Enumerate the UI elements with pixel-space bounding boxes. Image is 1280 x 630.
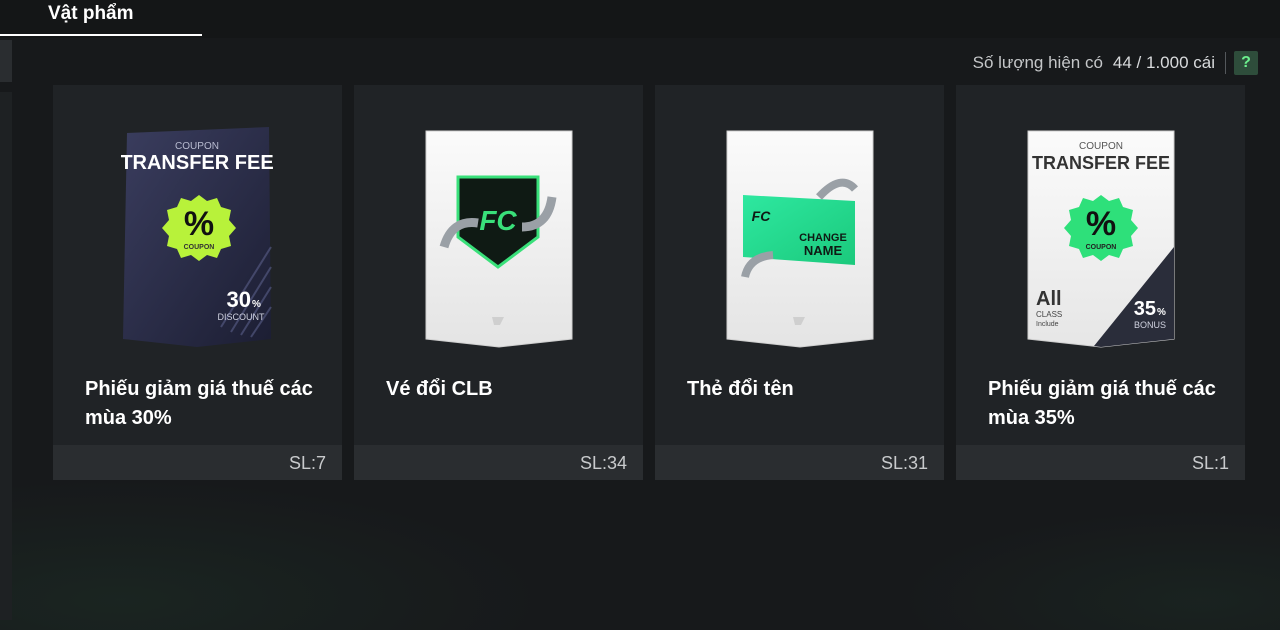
- side-scroll-handle[interactable]: [0, 40, 12, 82]
- fc-logo-icon: FC: [479, 205, 517, 236]
- tab-items-label: Vật phẩm: [48, 3, 134, 24]
- coupon-card-image: COUPON TRANSFER FEE % COUPON All CLASS I…: [1027, 130, 1175, 348]
- item-footer: SL:31: [655, 445, 944, 480]
- coupon-value-unit: %: [1157, 307, 1166, 318]
- coupon-value-caption: DISCOUNT: [218, 312, 266, 322]
- item-quantity: SL:34: [579, 453, 627, 473]
- coupon-value: 30: [227, 287, 251, 312]
- item-card-coupon-30[interactable]: COUPON TRANSFER FEE % COUPON 30 % DISCOU…: [53, 85, 342, 480]
- item-footer: SL:7: [53, 445, 342, 480]
- coupon-title-text: TRANSFER FEE: [1032, 153, 1170, 173]
- club-change-card-image: FC: [425, 130, 573, 348]
- item-card-coupon-35[interactable]: COUPON TRANSFER FEE % COUPON All CLASS I…: [956, 85, 1245, 480]
- percent-badge-icon: %: [184, 205, 214, 243]
- class-include-text: Include: [1036, 321, 1059, 328]
- top-tab-bar: Vật phẩm: [0, 0, 1280, 38]
- item-quantity: SL:31: [880, 453, 928, 473]
- side-panel-edge: [0, 92, 12, 620]
- inventory-capacity: Số lượng hiện có 44 / 1.000 cái ?: [973, 50, 1258, 76]
- item-name: Phiếu giảm giá thuế các mùa 35%: [988, 378, 1216, 429]
- coupon-value-caption: BONUS: [1134, 320, 1166, 330]
- coupon-title-text: TRANSFER FEE: [121, 152, 274, 174]
- name-text: NAME: [804, 243, 843, 258]
- coupon-top-text: COUPON: [1079, 141, 1123, 152]
- tab-items[interactable]: Vật phẩm: [0, 0, 202, 36]
- class-all-text: All: [1036, 288, 1062, 310]
- name-change-card-image: FC CHANGE NAME: [726, 130, 874, 348]
- item-name: Thẻ đổi tên: [687, 378, 794, 400]
- item-card-name-change[interactable]: FC CHANGE NAME Thẻ đổi tên SL:31: [655, 85, 944, 480]
- badge-sub-text: COUPON: [184, 244, 215, 251]
- capacity-value: 44 / 1.000 cái: [1112, 53, 1215, 72]
- coupon-value: 35: [1134, 298, 1156, 320]
- help-button[interactable]: ?: [1234, 51, 1258, 75]
- badge-sub-text: COUPON: [1086, 244, 1117, 251]
- item-name: Phiếu giảm giá thuế các mùa 30%: [85, 378, 313, 429]
- divider: [1225, 52, 1226, 74]
- fc-logo-icon: FC: [752, 208, 772, 224]
- item-footer: SL:1: [956, 445, 1245, 480]
- item-card-club-change[interactable]: FC Vé đổi CLB SL:34: [354, 85, 643, 480]
- capacity-label: Số lượng hiện có: [972, 53, 1103, 72]
- item-name: Vé đổi CLB: [386, 378, 493, 400]
- coupon-value-unit: %: [252, 299, 261, 310]
- percent-badge-icon: %: [1086, 205, 1116, 243]
- item-quantity: SL:1: [1191, 453, 1229, 473]
- item-quantity: SL:7: [288, 453, 326, 473]
- item-footer: SL:34: [354, 445, 643, 480]
- coupon-card-image: COUPON TRANSFER FEE % COUPON 30 % DISCOU…: [121, 127, 274, 347]
- class-label-text: CLASS: [1036, 310, 1062, 319]
- coupon-top-text: COUPON: [175, 141, 219, 152]
